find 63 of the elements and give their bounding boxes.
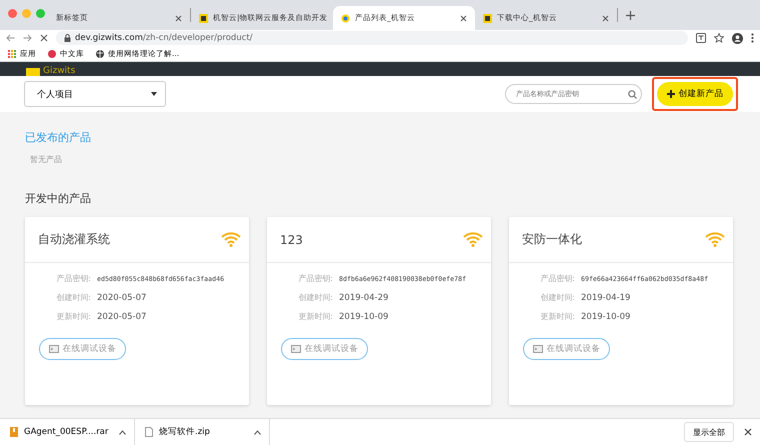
- apps-grid-icon: [8, 50, 16, 58]
- field-label: 创建时间:: [539, 292, 575, 303]
- date-value: 2019-04-29: [339, 292, 388, 302]
- terminal-icon: [48, 345, 58, 353]
- plus-icon: [666, 90, 674, 98]
- field-label: 创建时间:: [55, 292, 91, 303]
- project-label: 个人项目: [37, 88, 73, 100]
- close-tab-icon[interactable]: [175, 14, 182, 22]
- search-icon: [628, 90, 637, 98]
- back-icon[interactable]: [6, 34, 15, 42]
- account-icon[interactable]: [732, 32, 743, 44]
- section-title: 已发布的产品: [25, 130, 92, 145]
- field-label: 更新时间:: [297, 311, 333, 322]
- date-value: 2020-05-07: [97, 312, 146, 322]
- product-name[interactable]: 123: [280, 232, 303, 246]
- new-tab-icon[interactable]: [626, 10, 635, 20]
- create-product-button[interactable]: 创建新产品: [657, 82, 733, 106]
- archive-file-icon: [10, 427, 18, 437]
- wifi-icon: [705, 232, 725, 247]
- wifi-icon: [463, 232, 483, 247]
- translate-icon[interactable]: [696, 33, 706, 43]
- download-filename[interactable]: GAgent_00ESP....rar: [24, 427, 113, 437]
- site-icon: [341, 14, 350, 22]
- wifi-icon: [221, 232, 241, 247]
- logo-icon: [26, 68, 40, 76]
- file-icon: [145, 427, 153, 437]
- terminal-icon: [290, 345, 300, 353]
- caret-icon[interactable]: [119, 430, 126, 434]
- bookmark-site-icon: [48, 50, 56, 58]
- lock-icon: [64, 34, 71, 42]
- date-value: 2019-10-09: [339, 312, 388, 322]
- field-label: 产品密钥:: [539, 273, 575, 284]
- menu-icon[interactable]: [751, 33, 754, 43]
- caret-icon[interactable]: [254, 430, 261, 434]
- star-icon[interactable]: [714, 33, 724, 43]
- globe-icon: [96, 50, 104, 58]
- field-label: 更新时间:: [539, 311, 575, 322]
- forward-icon[interactable]: [23, 34, 32, 42]
- product-name[interactable]: 安防一体化: [522, 231, 582, 248]
- close-tab-icon[interactable]: [602, 14, 609, 22]
- project-dropdown[interactable]: 个人项目: [24, 81, 166, 107]
- empty-message: 暂无产品: [30, 154, 63, 165]
- section-title: 开发中的产品: [25, 191, 92, 206]
- date-value: 2020-05-07: [97, 292, 146, 302]
- caret-icon: [151, 92, 157, 96]
- date-value: 2019-10-09: [581, 312, 630, 322]
- field-label: 产品密钥:: [55, 273, 91, 284]
- field-label: 产品密钥:: [297, 273, 333, 284]
- close-tab-icon[interactable]: [460, 14, 467, 22]
- url-text: dev.gizwits.com/zh-cn/developer/product/: [75, 33, 253, 43]
- close-icon[interactable]: [744, 428, 752, 436]
- logo-text: Gizwits: [43, 67, 76, 76]
- site-icon: [199, 14, 208, 22]
- site-icon: [483, 14, 492, 22]
- address-field[interactable]: dev.gizwits.com/zh-cn/developer/product/: [56, 31, 688, 45]
- download-filename[interactable]: 烧写软件.zip: [159, 426, 248, 438]
- field-label: 创建时间:: [297, 292, 333, 303]
- terminal-icon: [532, 345, 542, 353]
- stop-icon[interactable]: [40, 34, 48, 42]
- field-label: 更新时间:: [55, 311, 91, 322]
- date-value: 2019-04-19: [581, 292, 630, 302]
- product-name[interactable]: 自动浇灌系统: [38, 231, 110, 248]
- show-all-button[interactable]: 显示全部: [684, 422, 734, 442]
